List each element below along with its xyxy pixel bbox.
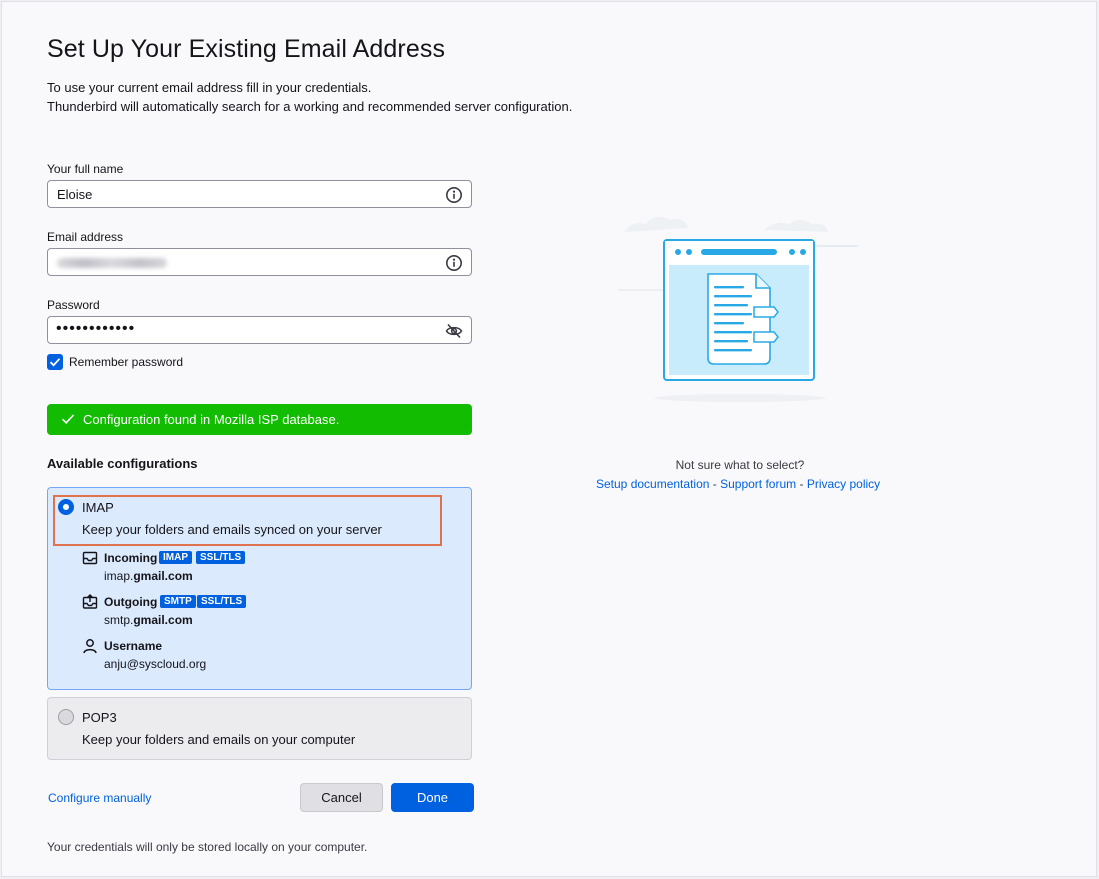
info-icon[interactable] (445, 186, 463, 204)
pop3-title: POP3 (82, 710, 117, 725)
link-separator: - (796, 477, 807, 491)
outgoing-host: smtp.gmail.com (104, 613, 193, 627)
configure-manually-link[interactable]: Configure manually (48, 791, 151, 805)
outgoing-host-domain: gmail.com (133, 613, 193, 627)
support-forum-link[interactable]: Support forum (720, 477, 796, 491)
incoming-security-tag: SSL/TLS (196, 551, 246, 564)
password-label: Password (47, 298, 100, 312)
done-button[interactable]: Done (391, 783, 474, 812)
email-label: Email address (47, 230, 124, 244)
incoming-protocol-tag: IMAP (159, 551, 192, 564)
incoming-host-domain: gmail.com (133, 569, 193, 583)
intro-text: To use your current email address fill i… (47, 78, 572, 116)
checkmark-icon (49, 358, 61, 367)
email-value-redacted (57, 258, 167, 268)
email-field[interactable] (47, 248, 472, 276)
page-title: Set Up Your Existing Email Address (47, 35, 446, 63)
incoming-host: imap.gmail.com (104, 569, 193, 583)
name-value: Eloise (57, 187, 93, 202)
outgoing-protocol-tag: SMTP (160, 595, 196, 608)
link-separator: - (709, 477, 721, 491)
check-icon (61, 414, 75, 424)
privacy-policy-link[interactable]: Privacy policy (807, 477, 880, 491)
pop3-radio[interactable] (58, 709, 74, 725)
password-value: •••••••••••• (56, 320, 136, 337)
help-question: Not sure what to select? (675, 458, 805, 472)
configuration-illustration (618, 216, 858, 402)
config-found-banner: Configuration found in Mozilla ISP datab… (47, 404, 472, 435)
incoming-host-prefix: imap. (104, 569, 134, 583)
remember-password-label: Remember password (69, 355, 184, 369)
banner-text: Configuration found in Mozilla ISP datab… (83, 412, 340, 427)
outgoing-security-tag: SSL/TLS (197, 595, 247, 608)
account-setup-window: Set Up Your Existing Email Address To us… (1, 1, 1097, 877)
user-icon (83, 639, 97, 654)
intro-line-2: Thunderbird will automatically search fo… (47, 99, 573, 114)
intro-line-1: To use your current email address fill i… (47, 80, 372, 95)
inbox-icon (82, 551, 98, 565)
outgoing-host-prefix: smtp. (104, 613, 134, 627)
password-field[interactable]: •••••••••••• (47, 316, 472, 344)
remember-password-checkbox[interactable] (47, 354, 63, 370)
outbox-icon (82, 594, 98, 609)
help-links: Setup documentation - Support forum - Pr… (596, 477, 880, 491)
cancel-button[interactable]: Cancel (300, 783, 383, 812)
outgoing-label: Outgoing (104, 595, 158, 609)
username-value: anju@syscloud.org (104, 657, 207, 671)
username-label: Username (104, 639, 163, 653)
imap-highlight-annotation (53, 495, 442, 546)
name-field[interactable]: Eloise (47, 180, 472, 208)
eye-slash-icon[interactable] (445, 322, 463, 340)
pop3-description: Keep your folders and emails on your com… (82, 732, 356, 747)
pop3-config-card[interactable]: POP3 Keep your folders and emails on you… (47, 697, 472, 760)
incoming-label: Incoming (104, 551, 158, 565)
info-icon[interactable] (445, 254, 463, 272)
name-label: Your full name (47, 162, 124, 176)
setup-documentation-link[interactable]: Setup documentation (596, 477, 709, 491)
available-configurations-heading: Available configurations (47, 456, 198, 471)
credentials-note: Your credentials will only be stored loc… (47, 840, 368, 854)
